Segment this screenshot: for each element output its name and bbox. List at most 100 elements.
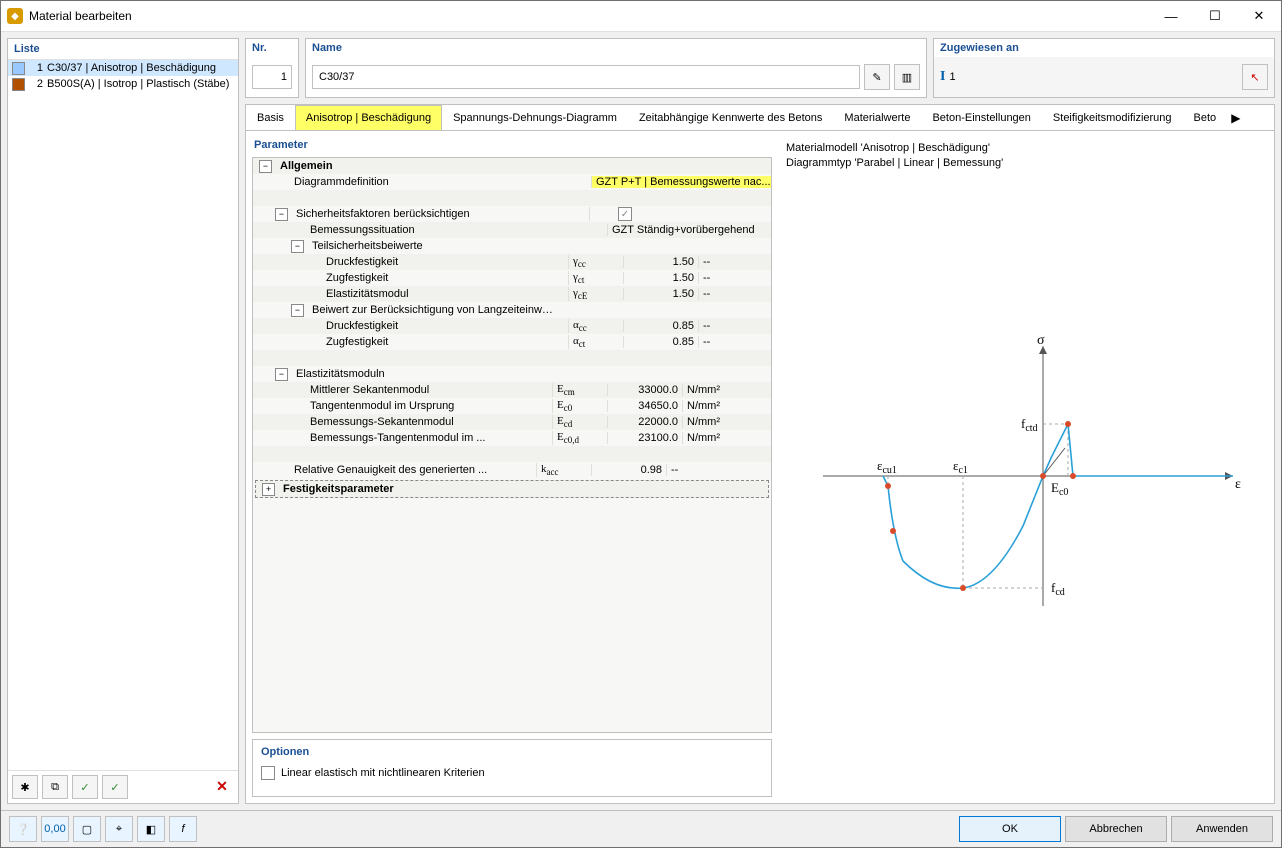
- name-box: Name ✎ ▥: [305, 38, 927, 98]
- list-item[interactable]: 1 C30/37 | Anisotrop | Beschädigung: [8, 60, 238, 76]
- param-value[interactable]: 33000.0: [607, 384, 682, 396]
- expand-toggle[interactable]: −: [275, 208, 288, 221]
- diagram-line2: Diagrammtyp 'Parabel | Linear | Bemessun…: [786, 156, 1260, 171]
- param-label: Bemessungssituation: [306, 224, 552, 236]
- expand-toggle[interactable]: −: [275, 368, 288, 381]
- param-value[interactable]: 0.98: [591, 464, 666, 476]
- tab[interactable]: Steifigkeitsmodifizierung: [1042, 105, 1183, 130]
- view-button-2[interactable]: ⌖: [105, 816, 133, 842]
- name-label: Name: [306, 39, 926, 57]
- param-label: Zugfestigkeit: [322, 272, 568, 284]
- tab[interactable]: Anisotrop | Beschädigung: [295, 105, 442, 130]
- param-value[interactable]: 1.50: [623, 288, 698, 300]
- param-value[interactable]: 23100.0: [607, 432, 682, 444]
- expand-toggle[interactable]: −: [259, 160, 272, 173]
- minimize-button[interactable]: —: [1149, 1, 1193, 31]
- param-unit: --: [698, 288, 763, 300]
- param-value[interactable]: 1.50: [623, 272, 698, 284]
- maximize-button[interactable]: ☐: [1193, 1, 1237, 31]
- parameter-grid[interactable]: −AllgemeinDiagrammdefinitionGZT P+T | Be…: [252, 157, 772, 733]
- options-title: Optionen: [253, 740, 771, 760]
- tab[interactable]: Zeitabhängige Kennwerte des Betons: [628, 105, 833, 130]
- param-symbol: αcc: [568, 319, 623, 333]
- list-item-label: B500S(A) | Isotrop | Plastisch (Stäbe): [47, 78, 229, 90]
- param-symbol: γct: [568, 271, 623, 285]
- svg-text:fcd: fcd: [1051, 580, 1065, 598]
- window: ◆ Material bearbeiten — ☐ ✕ Liste 1 C30/3…: [0, 0, 1282, 848]
- param-label: Elastizitätsmodul: [322, 288, 568, 300]
- edit-name-button[interactable]: ✎: [864, 64, 890, 90]
- delete-item-button[interactable]: ✕: [210, 775, 234, 797]
- tab[interactable]: Spannungs-Dehnungs-Diagramm: [442, 105, 628, 130]
- svg-text:fctd: fctd: [1021, 416, 1038, 434]
- close-button[interactable]: ✕: [1237, 1, 1281, 31]
- param-label: Bemessungs-Tangentenmodul im ...: [306, 432, 552, 444]
- param-value[interactable]: 0.85: [623, 336, 698, 348]
- svg-text:Ec0: Ec0: [1051, 480, 1068, 498]
- library-button[interactable]: ▥: [894, 64, 920, 90]
- tab[interactable]: Beto: [1183, 105, 1228, 130]
- param-checkbox[interactable]: ✓: [618, 207, 632, 221]
- param-value[interactable]: 34650.0: [607, 400, 682, 412]
- nr-input[interactable]: [252, 65, 292, 89]
- copy-item-button[interactable]: ⧉: [42, 775, 68, 799]
- help-button[interactable]: ❔: [9, 816, 37, 842]
- material-list[interactable]: 1 C30/37 | Anisotrop | Beschädigung 2B500S…: [8, 60, 238, 770]
- ok-button[interactable]: OK: [959, 816, 1061, 842]
- titlebar: ◆ Material bearbeiten — ☐ ✕: [1, 1, 1281, 32]
- expand-toggle[interactable]: −: [291, 240, 304, 253]
- param-label: Festigkeitsparameter: [279, 483, 525, 495]
- expand-toggle[interactable]: −: [291, 304, 304, 317]
- sigma-axis-label: σ: [1037, 336, 1045, 348]
- diagram-panel: Materialmodell 'Anisotrop | Beschädigung…: [778, 137, 1268, 797]
- param-label: Bemessungs-Sekantenmodul: [306, 416, 552, 428]
- param-label: Diagrammdefinition: [290, 176, 536, 188]
- cancel-button[interactable]: Abbrechen: [1065, 816, 1167, 842]
- parameter-panel: Parameter −AllgemeinDiagrammdefinitionGZ…: [252, 137, 772, 797]
- nr-box: Nr.: [245, 38, 299, 98]
- param-symbol: Ec0: [552, 399, 607, 413]
- param-unit: N/mm²: [682, 432, 747, 444]
- nr-label: Nr.: [246, 39, 298, 57]
- tab[interactable]: Beton-Einstellungen: [921, 105, 1041, 130]
- view-button-1[interactable]: ▢: [73, 816, 101, 842]
- svg-text:εc1: εc1: [953, 458, 968, 476]
- function-button[interactable]: f: [169, 816, 197, 842]
- pick-assigned-button[interactable]: ↖: [1242, 64, 1268, 90]
- expand-toggle[interactable]: +: [262, 483, 275, 496]
- recheck-button[interactable]: ✓: [102, 775, 128, 799]
- param-value[interactable]: 0.85: [623, 320, 698, 332]
- param-label: Relative Genauigkeit des generierten ...: [290, 464, 536, 476]
- param-symbol: Ec0,d: [552, 431, 607, 445]
- param-symbol: Ecm: [552, 383, 607, 397]
- param-symbol: kacc: [536, 463, 591, 477]
- list-title: Liste: [8, 39, 238, 60]
- assigned-label: Zugewiesen an: [934, 39, 1274, 57]
- param-label: Zugfestigkeit: [322, 336, 568, 348]
- new-item-button[interactable]: ✱: [12, 775, 38, 799]
- list-item-num: 1: [29, 62, 43, 74]
- param-symbol: γcc: [568, 255, 623, 269]
- list-item[interactable]: 2B500S(A) | Isotrop | Plastisch (Stäbe): [8, 76, 238, 92]
- assigned-value: 1: [949, 71, 1238, 83]
- param-label: Beiwert zur Berücksichtigung von Langzei…: [308, 304, 554, 316]
- name-input[interactable]: [312, 65, 860, 89]
- param-unit: --: [666, 464, 731, 476]
- list-item-label: C30/37 | Anisotrop | Beschädigung: [47, 62, 216, 74]
- param-value[interactable]: 22000.0: [607, 416, 682, 428]
- param-label: Druckfestigkeit: [322, 256, 568, 268]
- linear-elastic-checkbox[interactable]: [261, 766, 275, 780]
- tab-scroll-right[interactable]: ▶: [1227, 111, 1244, 125]
- parameter-title: Parameter: [252, 137, 772, 157]
- diagram-line1: Materialmodell 'Anisotrop | Beschädigung…: [786, 141, 1260, 156]
- view-button-3[interactable]: ◧: [137, 816, 165, 842]
- check-list-button[interactable]: ✓: [72, 775, 98, 799]
- param-value[interactable]: GZT Ständig+vorübergehend: [607, 224, 771, 236]
- param-value[interactable]: GZT P+T | Bemessungswerte nac...: [591, 176, 771, 188]
- tab[interactable]: Materialwerte: [833, 105, 921, 130]
- units-button[interactable]: 0,00: [41, 816, 69, 842]
- tab[interactable]: Basis: [246, 105, 295, 130]
- param-value[interactable]: 1.50: [623, 256, 698, 268]
- apply-button[interactable]: Anwenden: [1171, 816, 1273, 842]
- param-label: Tangentenmodul im Ursprung: [306, 400, 552, 412]
